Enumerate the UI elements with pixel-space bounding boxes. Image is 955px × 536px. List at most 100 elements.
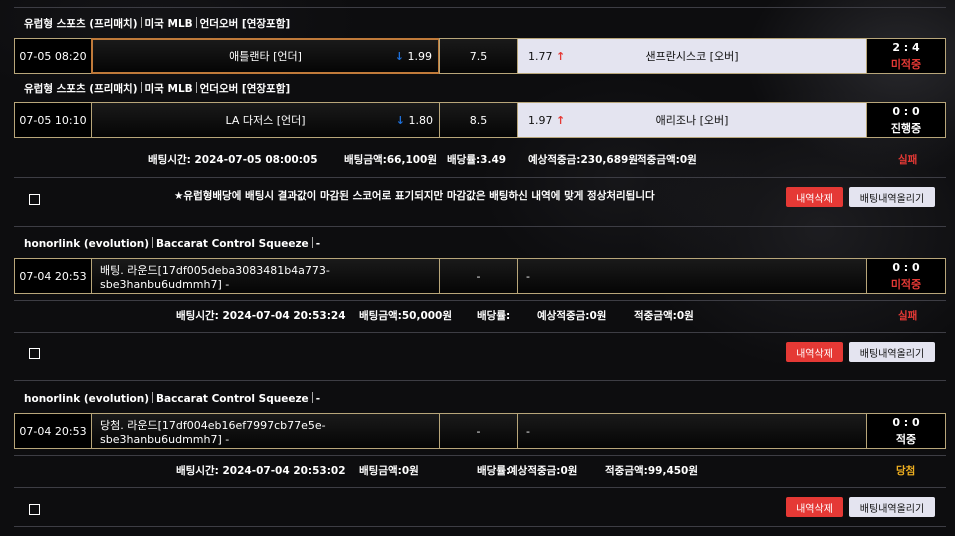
score: 0 : 0 [892,415,920,429]
handicap-line: - [439,413,518,449]
bet-odds: 배당률: [477,310,511,322]
score: 2 : 4 [892,40,920,54]
market-label: - [315,393,321,405]
market-label: 언더오버 [연장포함] [199,18,291,30]
home-team: 애틀랜타 [언더] [229,50,302,63]
bet-amount: 배팅금액:50,000원 [359,310,453,322]
upload-history-button[interactable]: 배팅내역올리기 [849,342,935,362]
bet-actions: 내역삭제 배팅내역올리기 [14,492,946,522]
match-status: 미적중 [890,57,922,71]
result-cell: 0 : 0 진행중 [866,102,946,138]
upload-history-button[interactable]: 배팅내역올리기 [849,187,935,207]
bet-summary: 배팅시간: 2024-07-04 20:53:02 배팅금액:0원 배당률: 예… [14,463,946,477]
bet-group-header: honorlink (evolution) Baccarat Control Sq… [24,392,320,405]
league-label: 미국 MLB [144,83,193,95]
away-team: - [526,424,530,438]
divider [14,526,946,527]
handicap-line: - [439,258,518,294]
away-team: 애리조나 [오버] [655,114,729,127]
delete-history-button[interactable]: 내역삭제 [786,187,843,207]
sport-label: 유럽형 스포츠 (프리매치) [24,83,138,95]
odds-down-icon: ↓ [394,49,404,63]
home-selection[interactable]: 애틀랜타 [언더] ↓ 1.99 [91,38,440,74]
divider [14,487,946,488]
bet-datetime: 07-04 20:53 [14,258,92,294]
bet-odds: 배당률: [477,465,511,477]
home-team: LA 다저스 [언더] [225,114,306,127]
league-label: Baccarat Control Squeeze [156,393,309,405]
bet-time: 배팅시간: 2024-07-04 20:53:24 [176,310,346,322]
home-selection[interactable]: LA 다저스 [언더] ↓ 1.80 [91,102,440,138]
bet-datetime: 07-05 08:20 [14,38,92,74]
bet-group-header: 유럽형 스포츠 (프리매치) 미국 MLB 언더오버 [연장포함] [24,81,290,96]
bet-row: 07-04 20:53 당첨. 라운드[17df004eb16ef7997cb7… [14,413,946,449]
divider [14,226,946,227]
select-checkbox[interactable] [29,348,40,359]
divider [14,455,946,456]
bet-group-header: honorlink (evolution) Baccarat Control Sq… [24,237,320,250]
delete-history-button[interactable]: 내역삭제 [786,342,843,362]
away-selection[interactable]: 1.77 ↑ 샌프란시스코 [오버] [517,38,867,74]
notice-text: ★유럽형배당에 배팅시 결과값이 마감된 스코어로 표기되지만 마감값은 배팅하… [174,190,655,202]
result-cell: 0 : 0 미적중 [866,258,946,294]
handicap-line: 7.5 [439,38,518,74]
bet-result: 실패 [898,154,918,166]
upload-history-button[interactable]: 배팅내역올리기 [849,497,935,517]
divider [14,332,946,333]
bet-time: 배팅시간: 2024-07-04 20:53:02 [176,465,346,477]
away-team: 샌프란시스코 [오버] [645,50,739,63]
match-status: 적중 [895,432,917,446]
divider [14,7,946,8]
select-checkbox[interactable] [29,504,40,515]
away-team: - [526,269,530,283]
bet-datetime: 07-05 10:10 [14,102,92,138]
home-odds: ↓ 1.80 [395,113,433,127]
won-amount: 적중금액:0원 [637,154,697,166]
bet-summary: 배팅시간: 2024-07-04 20:53:24 배팅금액:50,000원 배… [14,308,946,322]
bet-actions: 내역삭제 배팅내역올리기 [14,337,946,367]
result-cell: 0 : 0 적중 [866,413,946,449]
expected-payout: 예상적중금:0원 [508,465,578,477]
divider [14,380,946,381]
handicap-line: 8.5 [439,102,518,138]
round-label: 배팅. 라운드[17df005deba3083481b4a773-sbe3han… [100,263,330,291]
bet-amount: 배팅금액:66,100원 [344,154,438,166]
away-selection: - [517,413,867,449]
market-label: - [315,238,321,250]
league-label: 미국 MLB [144,18,193,30]
odds-down-icon: ↓ [395,113,405,127]
bet-time: 배팅시간: 2024-07-05 08:00:05 [148,154,318,166]
divider [14,177,946,178]
home-odds: ↓ 1.99 [394,49,432,63]
bet-actions: ★유럽형배당에 배팅시 결과값이 마감된 스코어로 표기되지만 마감값은 배팅하… [14,182,946,212]
league-label: Baccarat Control Squeeze [156,238,309,250]
score: 0 : 0 [892,104,920,118]
delete-history-button[interactable]: 내역삭제 [786,497,843,517]
result-cell: 2 : 4 미적중 [866,38,946,74]
round-description: 당첨. 라운드[17df004eb16ef7997cb77e5e-sbe3han… [91,413,440,449]
round-label: 당첨. 라운드[17df004eb16ef7997cb77e5e-sbe3han… [100,418,326,446]
away-selection[interactable]: 1.97 ↑ 애리조나 [오버] [517,102,867,138]
bet-result: 실패 [898,310,918,322]
divider [14,300,946,301]
bet-row: 07-05 10:10 LA 다저스 [언더] ↓ 1.80 8.5 1.97 … [14,102,946,138]
sport-label: honorlink (evolution) [24,393,150,405]
market-label: 언더오버 [연장포함] [199,83,291,95]
bet-summary: 배팅시간: 2024-07-05 08:00:05 배팅금액:66,100원 배… [14,152,946,166]
score: 0 : 0 [892,260,920,274]
expected-payout: 예상적중금:0원 [537,310,607,322]
bet-row: 07-04 20:53 배팅. 라운드[17df005deba3083481b4… [14,258,946,294]
bet-amount: 배팅금액:0원 [359,465,419,477]
round-description: 배팅. 라운드[17df005deba3083481b4a773-sbe3han… [91,258,440,294]
sport-label: honorlink (evolution) [24,238,150,250]
bet-odds: 배당률:3.49 [447,154,507,166]
won-amount: 적중금액:0원 [634,310,694,322]
select-checkbox[interactable] [29,194,40,205]
sport-label: 유럽형 스포츠 (프리매치) [24,18,138,30]
bet-group-header: 유럽형 스포츠 (프리매치) 미국 MLB 언더오버 [연장포함] [24,16,290,31]
match-status: 미적중 [890,277,922,291]
bet-row: 07-05 08:20 애틀랜타 [언더] ↓ 1.99 7.5 1.77 ↑ … [14,38,946,74]
away-selection: - [517,258,867,294]
expected-payout: 예상적중금:230,689원 [528,154,638,166]
bet-result: 당첨 [896,465,916,477]
